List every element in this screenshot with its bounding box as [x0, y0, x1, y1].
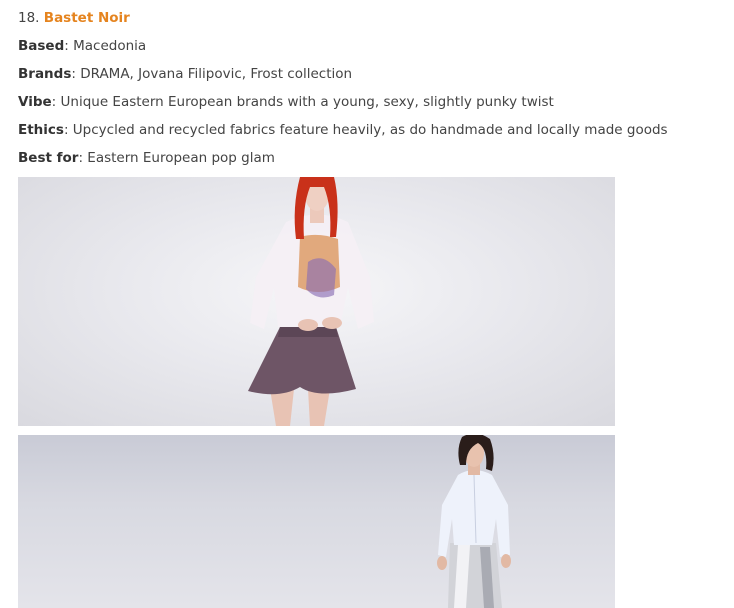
detail-based: Based: Macedonia: [18, 37, 146, 55]
entry-heading: 18. Bastet Noir: [18, 9, 130, 27]
brand-title-link[interactable]: Bastet Noir: [44, 10, 130, 26]
detail-label: Based: [18, 38, 65, 54]
detail-label: Ethics: [18, 122, 64, 138]
model-illustration-2: [437, 435, 511, 608]
detail-value: : Unique Eastern European brands with a …: [51, 94, 554, 110]
detail-ethics: Ethics: Upcycled and recycled fabrics fe…: [18, 121, 668, 139]
detail-value: : DRAMA, Jovana Filipovic, Frost collect…: [71, 66, 353, 82]
detail-vibe: Vibe: Unique Eastern European brands wit…: [18, 93, 554, 111]
detail-value: : Macedonia: [64, 38, 147, 54]
detail-label: Brands: [18, 66, 72, 82]
detail-label: Best for: [18, 150, 79, 166]
entry-number: 18.: [18, 10, 40, 26]
detail-best-for: Best for: Eastern European pop glam: [18, 149, 275, 167]
model-illustration-1: [248, 177, 374, 426]
detail-value: : Upcycled and recycled fabrics feature …: [63, 122, 668, 138]
detail-label: Vibe: [18, 94, 52, 110]
fashion-photo-1: [18, 177, 615, 426]
detail-value: : Eastern European pop glam: [78, 150, 275, 166]
detail-brands: Brands: DRAMA, Jovana Filipovic, Frost c…: [18, 65, 352, 83]
fashion-photo-2: [18, 435, 615, 608]
